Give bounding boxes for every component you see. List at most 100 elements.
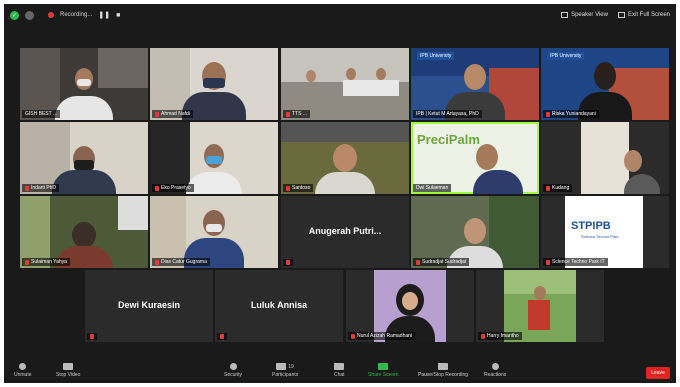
muted-mic-icon — [546, 259, 550, 265]
share-screen-icon — [378, 363, 389, 370]
participants-icon — [276, 363, 287, 370]
video-tile[interactable]: Eko Prasetyo — [150, 122, 278, 194]
participant-display-name: Luluk Annisa — [250, 300, 308, 310]
video-tile[interactable]: IPB University Riska Yuniandayani — [541, 48, 669, 120]
ipb-logo: IPB University — [547, 52, 585, 60]
stop-video-button[interactable]: Stop Video — [56, 360, 80, 378]
exit-full-screen-icon — [617, 12, 625, 18]
participant-name: Riska Yuniandayani — [543, 110, 599, 118]
muted-mic-icon — [546, 111, 550, 117]
security-button[interactable]: Security — [224, 360, 242, 378]
participant-name: Dwi Sulaeman — [413, 184, 452, 192]
speaker-view-button[interactable]: Speaker View — [561, 12, 608, 18]
smiley-icon — [491, 363, 499, 370]
microphone-muted-icon — [19, 363, 27, 370]
share-screen-button[interactable]: Share Screen — [368, 360, 399, 378]
participant-name: Harry Imantho — [478, 332, 522, 340]
participant-name — [217, 333, 227, 340]
muted-mic-icon — [286, 111, 290, 117]
pause-stop-recording-button[interactable]: Pause/Stop Recording — [418, 360, 468, 378]
precipalm-logo: PreciPalm — [417, 132, 480, 147]
meeting-info-icon[interactable] — [25, 10, 34, 20]
participant-name: Eko Prasetyo — [152, 184, 194, 192]
participant-name: Sudradjat Sudradjat — [413, 258, 470, 266]
participant-name — [283, 259, 293, 266]
video-tile[interactable]: Harry Imantho — [476, 270, 604, 342]
security-shield-icon[interactable]: ✓ — [10, 10, 19, 20]
participant-name — [87, 333, 97, 340]
video-tile[interactable]: Dias Catur Gugrama — [150, 196, 278, 268]
participant-display-name: Anugerah Putri... — [308, 226, 382, 236]
exit-full-screen-label: Exit Full Screen — [627, 12, 670, 18]
leave-button[interactable]: Leave — [646, 367, 670, 379]
chat-bubble-icon — [334, 363, 345, 370]
stop-recording-button[interactable]: ■ — [116, 12, 120, 19]
muted-mic-icon — [416, 259, 420, 265]
muted-mic-icon — [90, 334, 94, 339]
reactions-button[interactable]: Reactions — [484, 360, 506, 378]
grid-icon — [561, 12, 569, 18]
shield-icon — [229, 363, 237, 370]
participants-button[interactable]: 19 Participants — [272, 360, 298, 378]
stpipb-logo: STPIPB — [571, 220, 611, 232]
video-tile-active-speaker[interactable]: PreciPalm Dwi Sulaeman — [411, 122, 539, 194]
muted-mic-icon — [155, 111, 159, 117]
video-tile-no-video[interactable]: Dewi Kuraesin — [85, 270, 213, 342]
participant-name: Dias Catur Gugrama — [152, 258, 210, 266]
top-bar: ✓ Recording... ❚❚ ■ Speaker View Exit Fu… — [4, 4, 676, 26]
security-label: Security — [224, 372, 243, 378]
exit-full-screen-button[interactable]: Exit Full Screen — [617, 12, 670, 18]
pause-recording-button[interactable]: ❚❚ — [98, 11, 110, 19]
participant-name: TTS ... — [283, 110, 310, 118]
muted-mic-icon — [155, 259, 159, 265]
unmute-label: Unmute — [14, 372, 32, 378]
participant-name: Science Techno Park IT — [543, 258, 608, 266]
pause-stop-recording-icon — [438, 363, 449, 370]
participant-name: GISH BEST ... — [22, 110, 61, 118]
muted-mic-icon — [155, 185, 159, 191]
muted-mic-icon — [220, 334, 224, 339]
pause-stop-recording-label: Pause/Stop Recording — [418, 372, 469, 378]
chat-label: Chat — [334, 372, 345, 378]
participant-name: Kudang — [543, 184, 573, 192]
recording-label: Recording... — [60, 12, 93, 18]
participant-name: Indarti PhD — [22, 184, 60, 192]
video-tile[interactable]: Nurul Azizah Ramadhani — [346, 270, 474, 342]
video-tile[interactable]: Sudradjat Sudradjat — [411, 196, 539, 268]
muted-mic-icon — [351, 333, 355, 339]
video-tile[interactable]: TTS ... — [281, 48, 409, 120]
participant-display-name: Dewi Kuraesin — [117, 300, 181, 310]
video-tile-no-video[interactable]: Luluk Annisa — [215, 270, 343, 342]
participant-name: Santoso — [283, 184, 314, 192]
video-tile[interactable]: IPB University IPB | Ketut M Artayasa, P… — [411, 48, 539, 120]
video-tile[interactable]: Sulaiman Yahya — [20, 196, 148, 268]
chat-button[interactable]: Chat — [334, 360, 345, 378]
video-tile[interactable]: GISH BEST ... — [20, 48, 148, 120]
gallery-view: GISH BEST ... Ahmad Nafdi TTS ... IPB Un… — [20, 48, 669, 344]
participants-count: 19 — [288, 363, 294, 370]
video-camera-icon — [63, 363, 74, 370]
video-tile[interactable]: Kudang — [541, 122, 669, 194]
video-tile[interactable]: Indarti PhD — [20, 122, 148, 194]
share-screen-label: Share Screen — [368, 372, 399, 378]
video-tile[interactable]: Santoso — [281, 122, 409, 194]
participants-label: Participants — [272, 372, 299, 378]
meeting-toolbar: Unmute Stop Video Security 19 Participan… — [4, 360, 676, 383]
muted-mic-icon — [286, 260, 290, 265]
video-tile[interactable]: Ahmad Nafdi — [150, 48, 278, 120]
muted-mic-icon — [481, 333, 485, 339]
stop-video-label: Stop Video — [56, 372, 81, 378]
ipb-logo: IPB University — [417, 52, 455, 60]
speaker-view-label: Speaker View — [571, 12, 608, 18]
participant-name: Ahmad Nafdi — [152, 110, 193, 118]
reactions-label: Reactions — [484, 372, 507, 378]
unmute-button[interactable]: Unmute — [14, 360, 32, 378]
muted-mic-icon — [546, 185, 550, 191]
muted-mic-icon — [25, 259, 29, 265]
video-tile-no-video[interactable]: Anugerah Putri... — [281, 196, 409, 268]
video-tile[interactable]: STPIPB Science Techno Park Science Techn… — [541, 196, 669, 268]
participant-name: Nurul Azizah Ramadhani — [348, 332, 416, 340]
muted-mic-icon — [25, 185, 29, 191]
participant-name: Sulaiman Yahya — [22, 258, 70, 266]
zoom-window: ✓ Recording... ❚❚ ■ Speaker View Exit Fu… — [4, 4, 676, 383]
